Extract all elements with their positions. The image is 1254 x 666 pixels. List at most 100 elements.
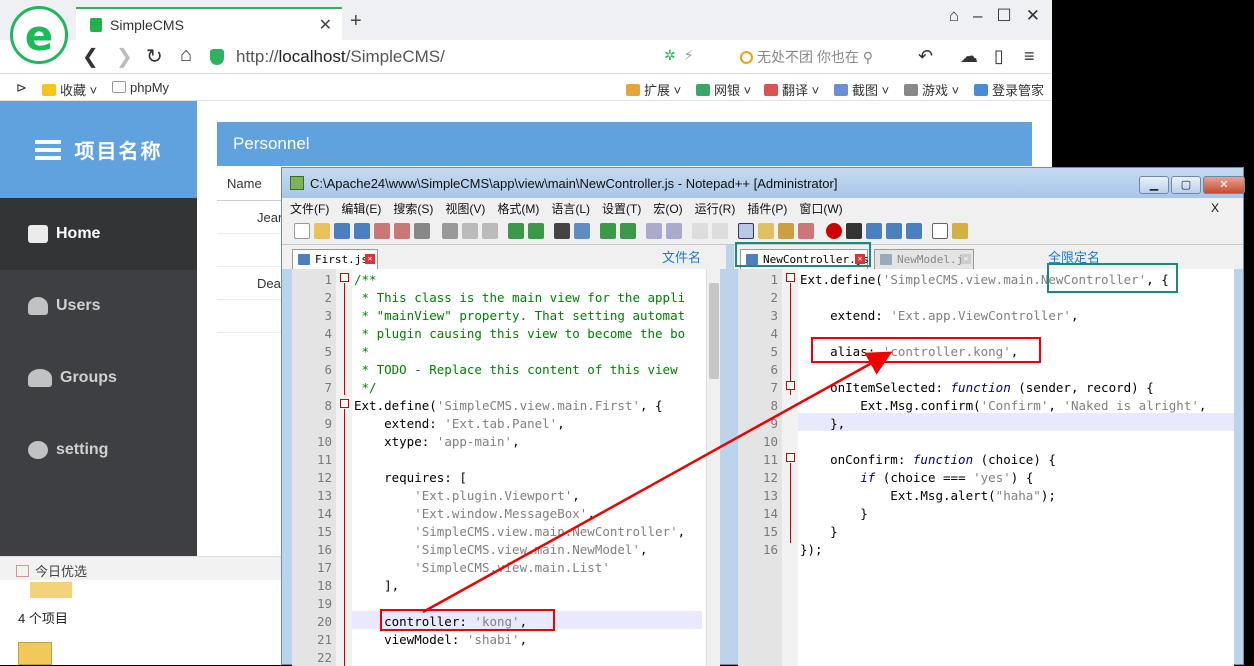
- tab-close-icon[interactable]: ✕: [365, 254, 375, 264]
- fold-toggle-icon[interactable]: [786, 453, 795, 462]
- print-icon[interactable]: [414, 223, 430, 239]
- search-icon[interactable]: ⚲: [863, 49, 873, 65]
- play-macro-icon[interactable]: [866, 223, 882, 239]
- menu-file[interactable]: 文件(F): [290, 200, 329, 217]
- menu-icon[interactable]: ≡: [1024, 46, 1035, 67]
- menu-view[interactable]: 视图(V): [445, 200, 485, 217]
- tab-newmodel-js[interactable]: NewModel.js ✕: [874, 249, 974, 269]
- folder-icon[interactable]: [18, 642, 52, 665]
- folder-icon[interactable]: [30, 582, 72, 598]
- spellcheck-icon[interactable]: [932, 223, 948, 239]
- ext-bank[interactable]: 网银 ˅: [696, 80, 751, 99]
- fold-toggle-icon[interactable]: [786, 381, 795, 390]
- menu-item-setting[interactable]: setting: [0, 414, 197, 486]
- ext-translate[interactable]: 翻译 ˅: [764, 80, 819, 99]
- menu-item-groups[interactable]: Groups: [0, 342, 197, 414]
- phone-icon[interactable]: ▯: [994, 46, 1004, 67]
- menu-language[interactable]: 语言(L): [551, 200, 590, 217]
- ext-login-manager[interactable]: 登录管家: [974, 80, 1044, 99]
- fold-toggle-icon[interactable]: [340, 273, 349, 282]
- menu-run[interactable]: 运行(R): [695, 200, 736, 217]
- function-list-icon[interactable]: [798, 223, 814, 239]
- stop-macro-icon[interactable]: [846, 223, 862, 239]
- menu-settings[interactable]: 设置(T): [602, 200, 641, 217]
- ext-games[interactable]: 游戏 ˅: [904, 80, 959, 99]
- zoom-out-icon[interactable]: [620, 223, 636, 239]
- menu-item-home[interactable]: Home: [0, 198, 197, 270]
- speed-icon[interactable]: ✲: [664, 47, 676, 64]
- fav-collect[interactable]: 收藏 ˅: [42, 80, 97, 99]
- undo-icon[interactable]: ↶: [918, 46, 933, 67]
- skin-icon[interactable]: ⌂: [949, 6, 959, 26]
- replace-icon[interactable]: [574, 223, 590, 239]
- paste-icon[interactable]: [482, 223, 498, 239]
- table-row[interactable]: [217, 234, 287, 267]
- refresh-icon[interactable]: ↻: [146, 44, 163, 69]
- close-all-icon[interactable]: [394, 223, 410, 239]
- fav-phpmy[interactable]: phpMy: [112, 80, 169, 95]
- sidebar-toggle-icon[interactable]: ⊳: [16, 80, 27, 96]
- cut-icon[interactable]: [442, 223, 458, 239]
- maximize-button[interactable]: ☐: [997, 6, 1012, 26]
- menu-search[interactable]: 搜索(S): [393, 200, 433, 217]
- redo-icon[interactable]: [528, 223, 544, 239]
- fold-toggle-icon[interactable]: [786, 273, 795, 282]
- editor-first-js[interactable]: 1 /** 2 * This class is the main view for …: [292, 269, 720, 666]
- find-icon[interactable]: [554, 223, 570, 239]
- npp-close-button[interactable]: ✕: [1203, 176, 1245, 194]
- hamburger-icon[interactable]: [34, 139, 61, 160]
- close-window-button[interactable]: ✕: [1026, 6, 1040, 26]
- lightning-icon[interactable]: ⚡: [684, 47, 694, 64]
- sync-v-icon[interactable]: [646, 223, 662, 239]
- menu-item-users[interactable]: Users: [0, 270, 197, 342]
- tab-simplecms[interactable]: SimpleCMS ✕: [76, 7, 342, 40]
- table-row[interactable]: Dea: [217, 267, 287, 300]
- save-icon[interactable]: [334, 223, 350, 239]
- table-row[interactable]: [217, 300, 287, 333]
- new-tab-button[interactable]: +: [350, 10, 362, 33]
- doc-map-icon[interactable]: [778, 223, 794, 239]
- tab-close-icon[interactable]: ✕: [319, 15, 332, 35]
- lang-icon[interactable]: [758, 223, 774, 239]
- record-macro-icon[interactable]: [826, 223, 842, 239]
- copy-icon[interactable]: [462, 223, 478, 239]
- grid-header-name[interactable]: Name: [217, 166, 287, 201]
- all-chars-icon[interactable]: [712, 223, 728, 239]
- menu-close-doc[interactable]: X: [1211, 201, 1219, 215]
- wrap-icon[interactable]: [692, 223, 708, 239]
- undo-icon[interactable]: [508, 223, 524, 239]
- menu-edit[interactable]: 编辑(E): [341, 200, 381, 217]
- save-macro-icon[interactable]: [906, 223, 922, 239]
- scrollbar-thumb[interactable]: [709, 283, 719, 379]
- save-all-icon[interactable]: [354, 223, 370, 239]
- menu-plugins[interactable]: 插件(P): [747, 200, 787, 217]
- editor-scrollbar[interactable]: [706, 269, 720, 666]
- fold-toggle-icon[interactable]: [340, 399, 349, 408]
- home-icon[interactable]: ⌂: [180, 44, 192, 67]
- zoom-in-icon[interactable]: [600, 223, 616, 239]
- menu-macro[interactable]: 宏(O): [653, 200, 682, 217]
- ext-extensions[interactable]: 扩展 ˅: [626, 80, 681, 99]
- address-bar[interactable]: http://localhost/SimpleCMS/: [210, 43, 700, 71]
- ext-screenshot[interactable]: 截图 ˅: [834, 80, 889, 99]
- editor-newcontroller-js[interactable]: 1 Ext.define('SimpleCMS.view.main.NewCont…: [738, 269, 1234, 666]
- new-file-icon[interactable]: [294, 223, 310, 239]
- tab-close-icon[interactable]: ✕: [961, 254, 971, 264]
- back-icon[interactable]: ❮: [82, 44, 99, 69]
- plugin-icon[interactable]: [952, 223, 968, 239]
- run-macro-icon[interactable]: [886, 223, 902, 239]
- tab-first-js[interactable]: First.js ✕: [292, 249, 378, 269]
- menu-format[interactable]: 格式(M): [497, 200, 539, 217]
- npp-maximize-button[interactable]: ▢: [1171, 176, 1201, 194]
- minimize-button[interactable]: –: [973, 6, 982, 26]
- forward-icon[interactable]: ❯: [116, 44, 133, 69]
- close-file-icon[interactable]: [374, 223, 390, 239]
- cloud-icon[interactable]: ☁: [960, 46, 978, 67]
- table-row[interactable]: Jean: [217, 201, 287, 234]
- sync-h-icon[interactable]: [666, 223, 682, 239]
- search-box[interactable]: 无处不团 你也在 ⚲: [740, 47, 873, 67]
- indent-guide-icon[interactable]: [738, 223, 754, 239]
- menu-window[interactable]: 窗口(W): [799, 200, 842, 217]
- open-file-icon[interactable]: [314, 223, 330, 239]
- npp-minimize-button[interactable]: ▁: [1139, 176, 1169, 194]
